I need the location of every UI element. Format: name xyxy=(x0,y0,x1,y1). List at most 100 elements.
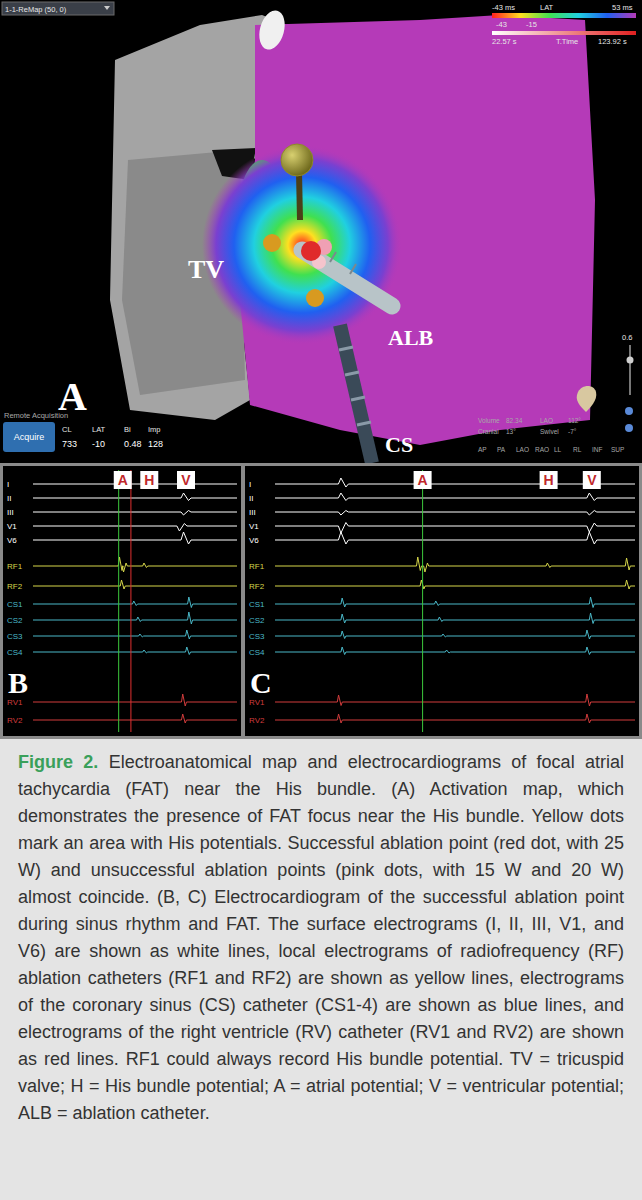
channel: CS2 xyxy=(249,613,635,625)
figure-caption: Figure 2. Electroanatomical map and elec… xyxy=(0,739,642,1137)
channel: CS4 xyxy=(249,647,635,657)
map-point xyxy=(263,234,281,252)
channel: CS4 xyxy=(7,647,237,657)
opacity-knob[interactable] xyxy=(627,357,634,364)
lat-color-bar xyxy=(492,13,636,18)
channel: V1 xyxy=(249,522,635,533)
map-point xyxy=(306,289,324,307)
acquire-label[interactable]: Acquire xyxy=(14,432,45,442)
marker-box xyxy=(414,471,432,489)
view-button[interactable]: LAO xyxy=(516,446,529,453)
channel-trace xyxy=(275,580,635,589)
orientation-name: Swivel xyxy=(540,428,559,435)
marker-label: V xyxy=(181,472,191,488)
channel-label: III xyxy=(7,508,14,517)
zoom-out-icon[interactable] xyxy=(625,424,633,432)
channel-trace xyxy=(33,493,237,501)
channel: RV2 xyxy=(7,714,237,725)
channel-trace xyxy=(275,493,635,501)
channel-trace xyxy=(33,597,237,608)
marker-label: H xyxy=(544,472,554,488)
channel-trace xyxy=(33,694,237,706)
catheter-ring xyxy=(357,422,371,425)
channel-label: CS2 xyxy=(7,616,23,625)
channel-trace xyxy=(33,478,237,487)
channel: CS3 xyxy=(7,630,237,641)
acquire-box[interactable] xyxy=(3,422,55,452)
channel-label: I xyxy=(249,480,251,489)
channel: II xyxy=(249,493,635,503)
map-point xyxy=(301,241,321,261)
catheter-ring xyxy=(351,397,365,400)
opacity-track[interactable] xyxy=(629,345,631,395)
orientation-value: 82.34 xyxy=(506,417,523,424)
activation-focus xyxy=(202,145,402,345)
panel-letter: B xyxy=(8,666,28,699)
cs-catheter xyxy=(340,325,372,463)
lat-legend: -43 msLAT53 ms-43-1522.57 sT.Time123.92 … xyxy=(492,3,636,46)
structure-label: CS xyxy=(385,432,413,457)
electrogram-panel: IIIIIIV1V6RF1RF2CS1CS2CS3CS4RV1RV2AHVC xyxy=(245,466,639,736)
channel-label: RF1 xyxy=(7,562,23,571)
electrogram-panels: IIIIIIV1V6RF1RF2CS1CS2CS3CS4RV1RV2AHVBII… xyxy=(0,463,642,739)
channel: RF2 xyxy=(7,580,237,591)
channel-label: V1 xyxy=(7,522,17,531)
view-button[interactable]: RAO xyxy=(535,446,549,453)
time-cursor[interactable] xyxy=(130,470,131,732)
catheter-ring xyxy=(350,264,356,274)
structure-label: TV xyxy=(188,255,224,284)
channel-label: CS1 xyxy=(7,600,23,609)
structure-label: ALB xyxy=(388,325,434,350)
view-button[interactable]: PA xyxy=(497,446,506,453)
dropdown-arrow-icon[interactable] xyxy=(104,6,110,10)
marker-label: H xyxy=(144,472,154,488)
zoom-in-icon[interactable] xyxy=(625,407,633,415)
reading-value: 733 xyxy=(62,439,77,449)
time-cursor[interactable] xyxy=(422,470,423,732)
channel-trace xyxy=(33,612,237,624)
time-bar xyxy=(492,31,636,35)
dropdown-label[interactable]: 1-1-ReMap (50, 0) xyxy=(5,5,67,14)
channel-label: V1 xyxy=(249,522,259,531)
channel-label: V6 xyxy=(249,536,259,545)
acquire-button[interactable]: Acquire xyxy=(3,422,55,452)
view-button[interactable]: INF xyxy=(592,446,603,453)
marker-box xyxy=(140,471,158,489)
channel-label: CS2 xyxy=(249,616,265,625)
orientation-value: 13° xyxy=(506,428,516,435)
channel-trace xyxy=(275,597,635,608)
channel-label: RF2 xyxy=(7,582,23,591)
orientation-item: Swivel-7° xyxy=(540,428,577,435)
channel-trace xyxy=(275,630,635,639)
channel-label: CS3 xyxy=(249,632,265,641)
channel-trace xyxy=(33,714,237,723)
view-button[interactable]: LL xyxy=(554,446,562,453)
time-cursor[interactable] xyxy=(118,470,119,732)
acquisition-caption: Remote Acquisition xyxy=(4,411,68,420)
orientation-name: Cranial xyxy=(478,428,499,435)
legend-title: LAT xyxy=(540,3,554,12)
legend-high: -15 xyxy=(526,20,537,29)
reading: CL733 xyxy=(62,425,77,449)
marker-box xyxy=(177,471,195,489)
dropdown-box[interactable] xyxy=(2,2,114,15)
view-button[interactable]: AP xyxy=(478,446,487,453)
view-button[interactable]: SUP xyxy=(611,446,624,453)
channel: CS1 xyxy=(7,597,237,609)
channel: RV2 xyxy=(249,714,635,725)
channel: V6 xyxy=(7,532,237,545)
view-button[interactable]: RL xyxy=(573,446,582,453)
electrogram-chart: IIIIIIV1V6RF1RF2CS1CS2CS3CS4RV1RV2AHVB xyxy=(3,466,241,736)
figure: 1-1-ReMap (50, 0)TVALBCSA-43 msLAT53 ms-… xyxy=(0,0,642,1137)
map-dropdown[interactable]: 1-1-ReMap (50, 0) xyxy=(2,2,114,15)
time-label: T.Time xyxy=(556,37,578,46)
channel: CS3 xyxy=(249,630,635,641)
channel-trace xyxy=(33,511,237,516)
heart-orientation-icon xyxy=(577,386,597,412)
marker-box xyxy=(540,471,558,489)
reading: Imp128 xyxy=(148,425,163,449)
point-dot xyxy=(281,144,313,176)
reading: LAT-10 xyxy=(92,425,106,449)
orientation-item: LAO112° xyxy=(540,417,581,424)
channel-trace xyxy=(275,647,635,655)
